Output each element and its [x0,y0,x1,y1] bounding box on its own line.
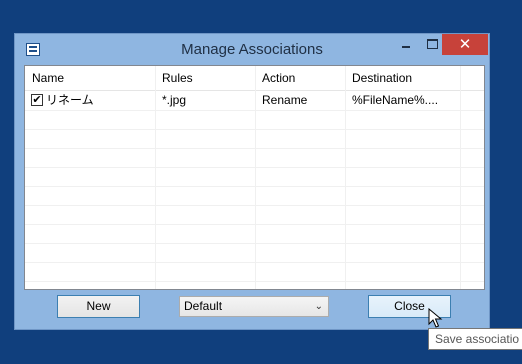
column-header-destination[interactable]: Destination [345,66,460,90]
title-bar[interactable]: Manage Associations ✕ [15,34,489,64]
button-bar: New Default ⌄ Close [15,292,489,329]
list-item[interactable]: ✔ リネーム *.jpg Rename %FileName%.... [25,91,484,110]
mouse-cursor-icon [428,308,443,328]
minimize-icon [402,45,410,48]
maximize-icon [426,38,438,49]
tooltip: Save associatio [428,328,522,350]
row-action: Rename [262,93,308,107]
new-button[interactable]: New [57,295,140,318]
close-window-button[interactable]: ✕ [442,34,488,55]
chevron-down-icon: ⌄ [314,301,323,312]
column-header-rules[interactable]: Rules [155,66,255,90]
row-rules: *.jpg [162,93,187,107]
profile-select-value: Default [184,299,223,313]
column-header-name[interactable]: Name [25,66,155,90]
manage-associations-window: Manage Associations ✕ Name Rules Action … [14,33,490,330]
column-header-action[interactable]: Action [255,66,345,90]
minimize-button[interactable] [393,34,419,56]
row-name: リネーム [46,93,94,107]
profile-select[interactable]: Default ⌄ [179,296,329,317]
close-icon: ✕ [458,35,472,53]
associations-list[interactable]: Name Rules Action Destination ✔ リネーム *.j… [24,65,485,290]
row-destination: %FileName%.... [352,93,439,107]
